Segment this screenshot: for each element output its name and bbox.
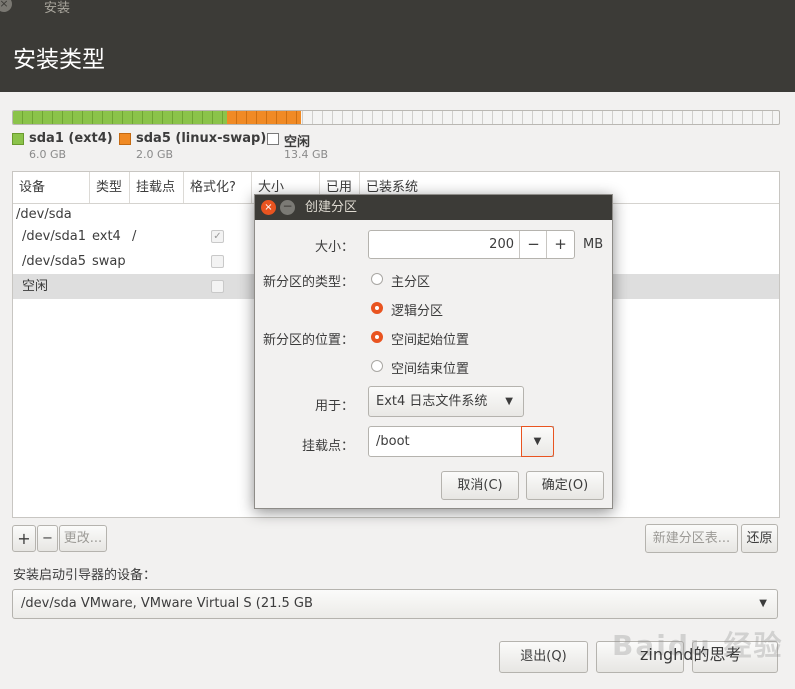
change-partition-button[interactable]: 更改...: [59, 525, 107, 552]
filesystem-value: Ext4 日志文件系统: [376, 394, 488, 409]
window-close-icon[interactable]: ×: [0, 0, 12, 12]
radio-location-end[interactable]: [371, 360, 383, 372]
column-header-device[interactable]: 设备: [13, 172, 90, 203]
chevron-down-icon: ▼: [759, 598, 767, 609]
format-checkbox[interactable]: [211, 255, 224, 268]
mount-point-dropdown-icon[interactable]: ▼: [521, 426, 554, 457]
row-device: /dev/sda5: [22, 254, 86, 269]
row-device: 空闲: [22, 279, 49, 294]
dialog-title: 创建分区: [305, 200, 358, 215]
column-header-format[interactable]: 格式化?: [184, 172, 252, 203]
legend-size: 2.0 GB: [136, 148, 174, 161]
partition-bar-sda5: [227, 111, 301, 124]
radio-location-start[interactable]: [371, 331, 383, 343]
boot-device-select[interactable]: /dev/sda VMware, VMware Virtual S (21.5 …: [12, 589, 778, 619]
partition-location-label: 新分区的位置：: [262, 333, 354, 348]
radio-location-end-label[interactable]: 空间结束位置: [391, 358, 469, 377]
legend-size: 6.0 GB: [29, 148, 67, 161]
column-header-type[interactable]: 类型: [90, 172, 130, 203]
ok-button[interactable]: 确定(O): [526, 471, 604, 500]
size-spinbox[interactable]: 200 − +: [368, 230, 575, 259]
page-title: 安装类型: [13, 47, 105, 73]
use-as-label: 用于：: [314, 399, 354, 414]
remove-partition-button[interactable]: −: [37, 525, 58, 552]
legend-name: sda5 (linux-swap): [136, 131, 267, 146]
partition-type-label: 新分区的类型：: [262, 275, 354, 290]
partition-bar-sda1: [13, 111, 227, 124]
size-value[interactable]: 200: [489, 231, 514, 258]
window-titlebar: × 安装 安装类型: [0, 0, 795, 92]
radio-logical-label[interactable]: 逻辑分区: [391, 300, 443, 319]
legend-swatch-free: [267, 133, 279, 145]
radio-primary-label[interactable]: 主分区: [391, 271, 430, 290]
dialog-titlebar: × − 创建分区: [255, 195, 612, 220]
size-unit: MB: [583, 237, 604, 252]
mount-point-label: 挂载点：: [301, 439, 354, 454]
row-type: ext4: [92, 229, 121, 244]
window-title: 安装: [44, 1, 71, 16]
column-header-mount[interactable]: 挂载点: [130, 172, 184, 203]
row-device: /dev/sda1: [22, 229, 86, 244]
size-increment-button[interactable]: +: [546, 231, 574, 258]
size-decrement-button[interactable]: −: [519, 231, 547, 258]
partition-bar: [12, 110, 780, 125]
radio-location-start-label[interactable]: 空间起始位置: [391, 329, 469, 348]
revert-button[interactable]: 还原: [741, 524, 778, 553]
dialog-close-icon[interactable]: ×: [261, 200, 276, 215]
quit-button[interactable]: 退出(Q): [499, 641, 588, 673]
new-partition-table-button[interactable]: 新建分区表...: [645, 524, 738, 553]
wechat-watermark: zinghd的思考: [640, 645, 742, 664]
radio-primary[interactable]: [371, 273, 383, 285]
filesystem-select[interactable]: Ext4 日志文件系统 ▼: [368, 386, 524, 417]
boot-device-value: /dev/sda VMware, VMware Virtual S (21.5 …: [21, 596, 313, 611]
create-partition-dialog: × − 创建分区 大小： 200 − + MB 新分区的类型： 主分区 逻辑分区…: [254, 194, 613, 509]
boot-device-label: 安装启动引导器的设备：: [13, 568, 157, 583]
row-type: swap: [92, 254, 126, 269]
legend-swatch-sda5: [119, 133, 131, 145]
legend-size: 13.4 GB: [284, 148, 329, 161]
cancel-button[interactable]: 取消(C): [441, 471, 519, 500]
row-mount: /: [132, 229, 137, 244]
radio-logical[interactable]: [371, 302, 383, 314]
legend-swatch-sda1: [12, 133, 24, 145]
dialog-minimize-icon[interactable]: −: [280, 200, 295, 215]
format-checkbox[interactable]: ✓: [211, 230, 224, 243]
add-partition-button[interactable]: +: [12, 525, 36, 552]
size-label: 大小：: [314, 240, 354, 255]
chevron-down-icon: ▼: [505, 396, 513, 407]
format-checkbox[interactable]: [211, 280, 224, 293]
legend-name: sda1 (ext4): [29, 131, 113, 146]
